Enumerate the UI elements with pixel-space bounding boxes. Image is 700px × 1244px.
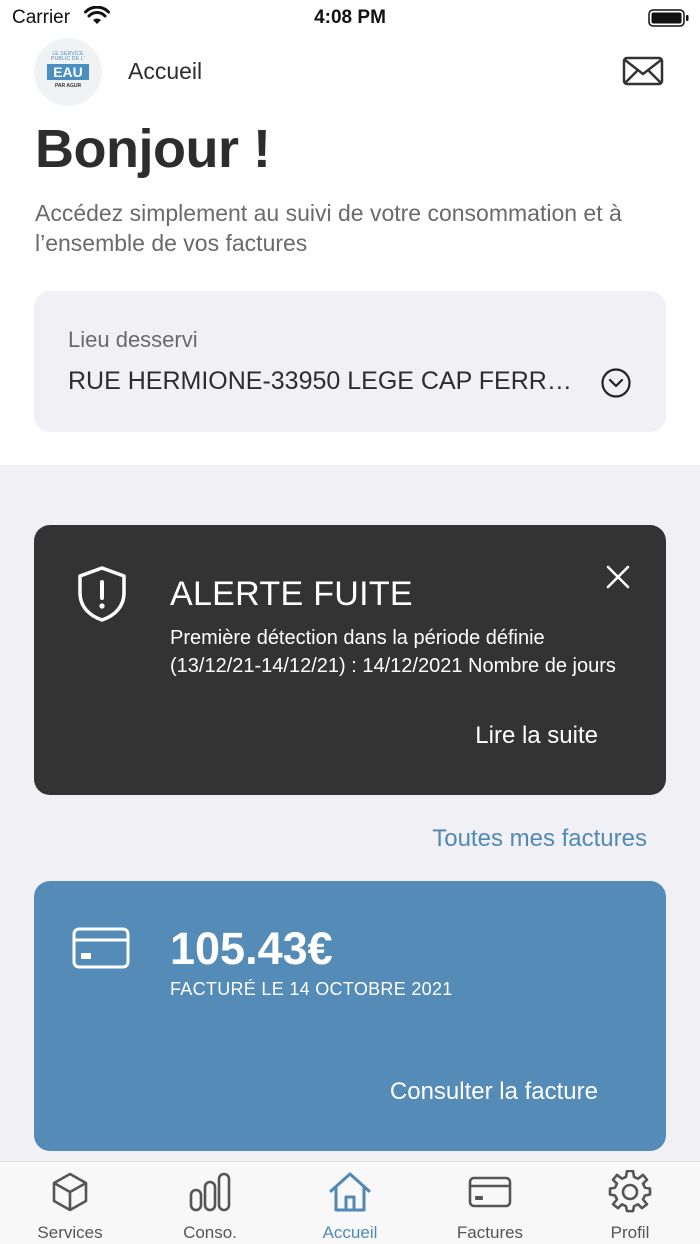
cube-icon (52, 1172, 88, 1212)
tab-services[interactable]: Services (0, 1162, 140, 1244)
logo-bottom-text: PAR AGUR (54, 83, 82, 89)
tab-bar: Services Conso. Accueil Factures Profil (0, 1161, 700, 1244)
alert-message-line-1: Première détection dans la période défin… (170, 627, 545, 649)
gear-icon (608, 1170, 652, 1213)
logo-main-text: EAU (47, 64, 89, 80)
battery-icon (648, 9, 689, 27)
latest-invoice-card[interactable]: 105.43€ FACTURÉ LE 14 OCTOBRE 2021 Consu… (34, 881, 666, 1151)
greeting-heading: Bonjour ! (35, 119, 271, 179)
alert-message: Première détection dans la période défin… (170, 624, 640, 680)
tab-invoices[interactable]: Factures (420, 1162, 560, 1244)
tab-label-services: Services (37, 1223, 103, 1242)
invoice-date: FACTURÉ LE 14 OCTOBRE 2021 (170, 979, 453, 999)
home-icon (329, 1172, 371, 1212)
card-icon (468, 1176, 512, 1208)
alert-message-line-2: (13/12/21-14/12/21) : 14/12/2021 Nombre … (170, 655, 616, 677)
tab-label-invoices: Factures (456, 1223, 524, 1242)
tab-label-profile: Profil (610, 1223, 650, 1242)
tab-profile[interactable]: Profil (560, 1162, 700, 1244)
tab-label-consumption: Conso. (183, 1223, 237, 1242)
alert-title: ALERTE FUITE (170, 575, 413, 613)
chevron-down-icon[interactable] (600, 367, 632, 399)
invoice-amount: 105.43€ (170, 923, 333, 974)
view-invoice-link[interactable]: Consulter la facture (390, 1078, 598, 1106)
tab-consumption[interactable]: Conso. (140, 1162, 280, 1244)
eau-logo: LE SERVICE PUBLIC DE L' EAU PAR AGUR (34, 38, 102, 106)
app-header: LE SERVICE PUBLIC DE L' EAU PAR AGUR Acc… (0, 36, 700, 108)
served-place-label: Lieu desservi (68, 327, 198, 352)
leak-alert-card: ALERTE FUITE Première détection dans la … (34, 525, 666, 795)
all-invoices-link[interactable]: Toutes mes factures (432, 825, 647, 853)
clock: 4:08 PM (314, 7, 386, 28)
tab-label-home: Accueil (322, 1223, 378, 1242)
shield-alert-icon (78, 566, 126, 622)
served-place-selector[interactable]: Lieu desservi RUE HERMIONE-33950 LEGE CA… (34, 291, 666, 432)
close-icon[interactable] (604, 563, 632, 591)
mail-icon[interactable] (622, 55, 664, 87)
served-place-value: RUE HERMIONE-33950 LEGE CAP FERRET (68, 367, 578, 395)
tab-home[interactable]: Accueil (280, 1162, 420, 1244)
status-bar: Carrier 4:08 PM (0, 0, 700, 36)
bars-icon (189, 1172, 231, 1212)
read-more-link[interactable]: Lire la suite (475, 722, 598, 750)
logo-top-text: LE SERVICE PUBLIC DE L' (51, 51, 85, 62)
credit-card-icon (72, 927, 130, 969)
greeting-subtitle: Accédez simplement au suivi de votre con… (35, 200, 622, 256)
page-title: Accueil (128, 58, 203, 84)
